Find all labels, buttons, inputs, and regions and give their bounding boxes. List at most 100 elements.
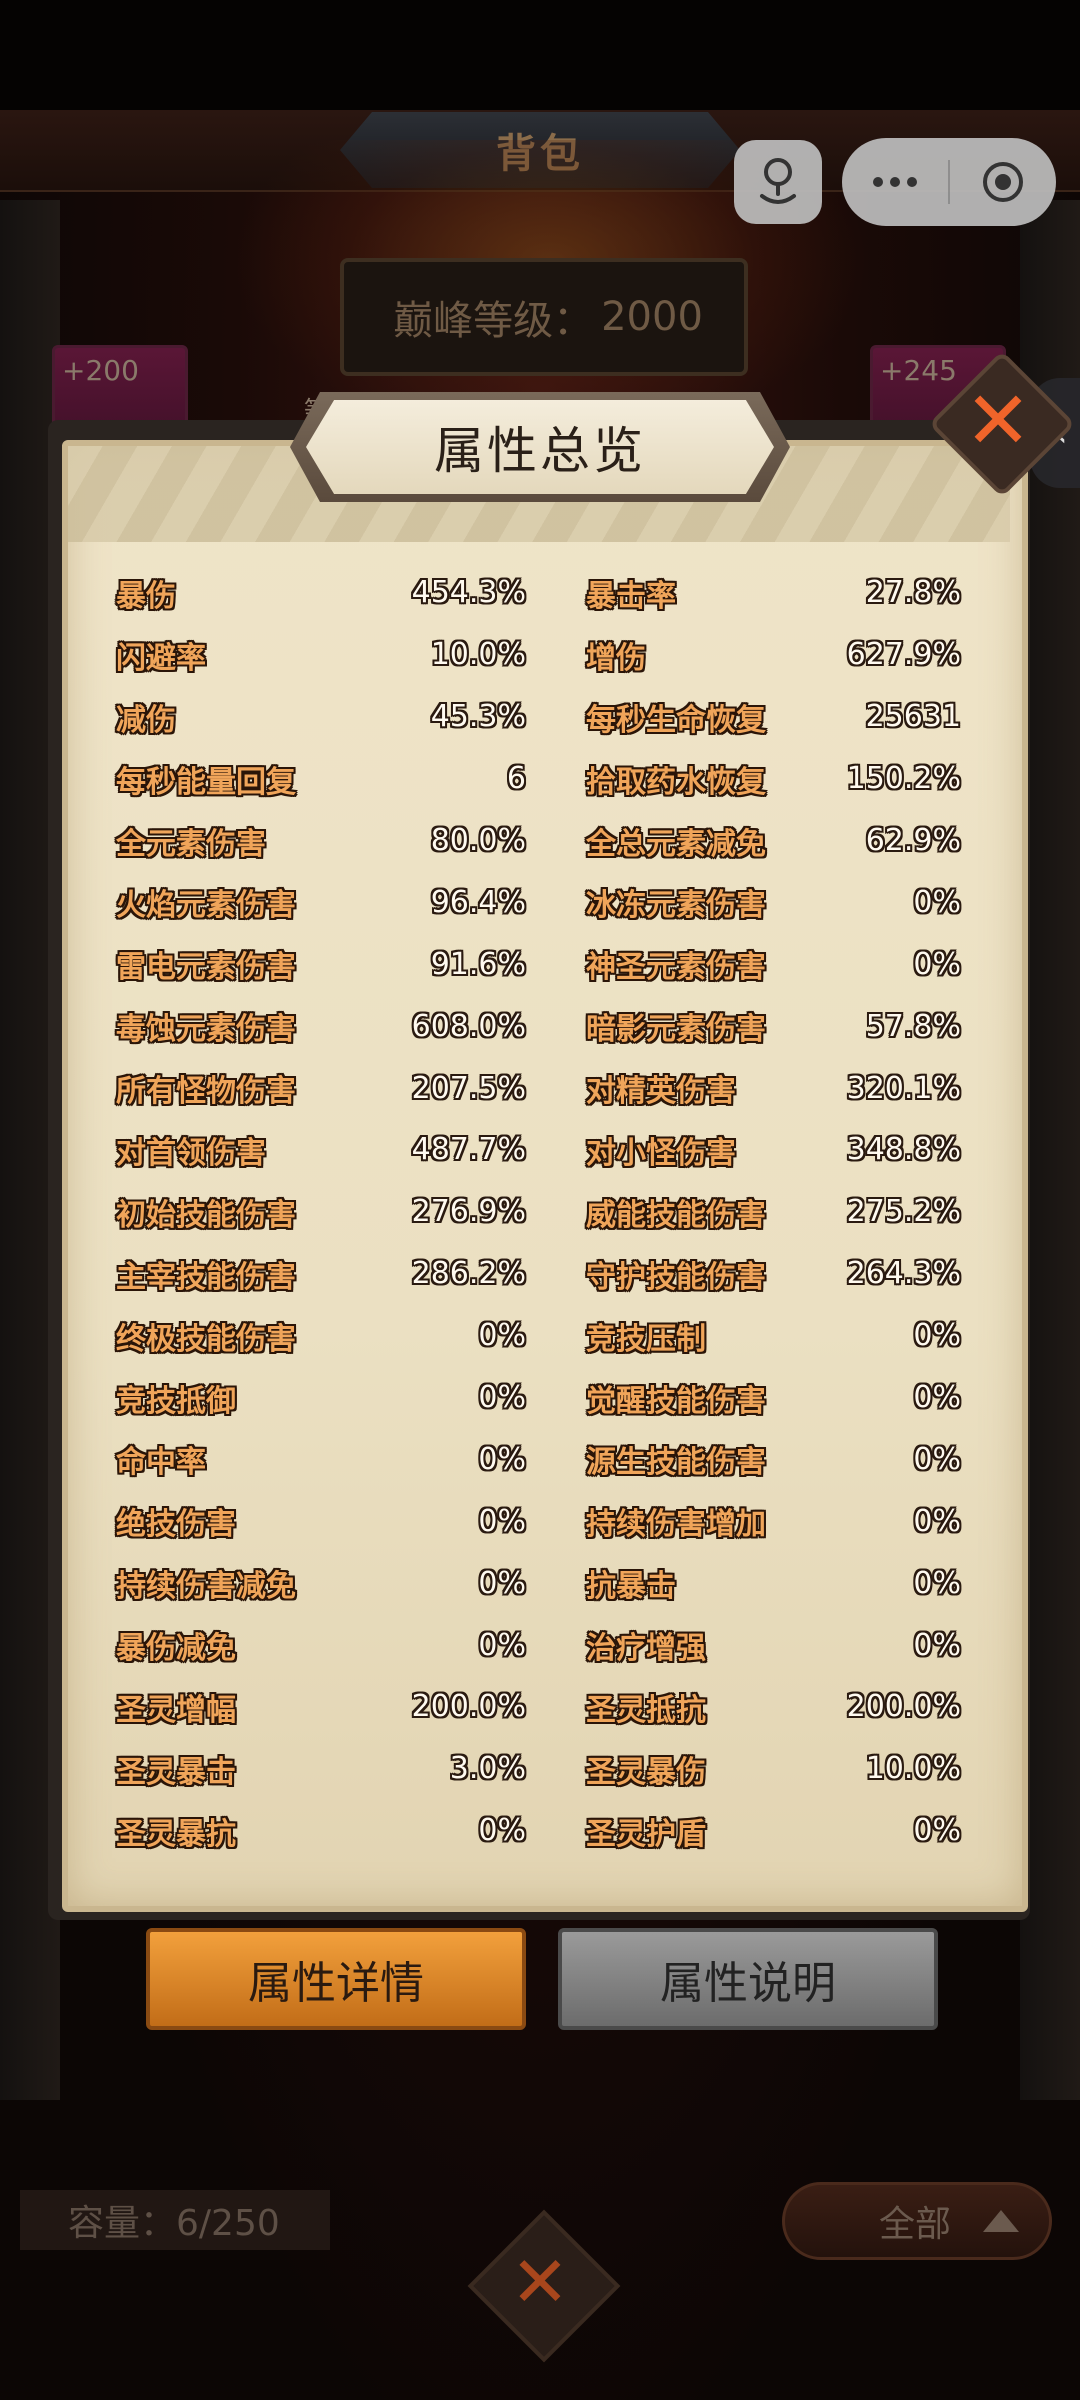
- stat-row: 火焰元素伤害 96.4% 冰冻元素伤害 0%: [116, 871, 961, 933]
- stat-name: 对小怪伤害: [586, 1135, 736, 1171]
- stat-name: 暴击率: [586, 578, 676, 614]
- miniapp-capsule: [842, 138, 1056, 226]
- stat-value: 150.2%: [846, 761, 961, 797]
- capacity-label: 容量：6/250: [20, 2190, 330, 2250]
- stat-name: 暴伤: [116, 578, 176, 614]
- stat-name: 火焰元素伤害: [116, 888, 296, 924]
- stat-name: 守护技能伤害: [586, 1259, 766, 1295]
- stat-name: 对首领伤害: [116, 1135, 266, 1171]
- stat-value: 0%: [913, 1441, 961, 1477]
- more-button[interactable]: [842, 138, 948, 226]
- stat-right: 神圣元素伤害 0%: [586, 942, 961, 986]
- stat-name: 所有怪物伤害: [116, 1074, 296, 1110]
- stat-right: 每秒生命恢复 25631: [586, 695, 961, 739]
- stat-row: 对首领伤害 487.7% 对小怪伤害 348.8%: [116, 1119, 961, 1181]
- stat-name: 竞技压制: [586, 1321, 706, 1357]
- stat-left: 毒蚀元素伤害 608.0%: [116, 1004, 538, 1048]
- stat-value: 91.6%: [430, 946, 526, 982]
- stat-value: 200.0%: [411, 1689, 526, 1725]
- stat-name: 威能技能伤害: [586, 1197, 766, 1233]
- stat-left: 减伤 45.3%: [116, 695, 538, 739]
- stat-right: 源生技能伤害 0%: [586, 1437, 961, 1481]
- joystick-icon: [760, 158, 796, 204]
- stat-right: 圣灵暴伤 10.0%: [586, 1747, 961, 1791]
- item-bonus-left: +200: [62, 354, 139, 387]
- stat-value: 320.1%: [846, 1070, 961, 1106]
- game-screen: 背包 巅峰等级： 2000 +200 +245 等级 ‹: [0, 0, 1080, 2400]
- stat-row: 雷电元素伤害 91.6% 神圣元素伤害 0%: [116, 933, 961, 995]
- stat-value: 0%: [478, 1318, 526, 1354]
- stat-row: 全元素伤害 80.0% 全总元素减免 62.9%: [116, 810, 961, 872]
- dialog-title: 属性总览: [306, 400, 774, 494]
- stat-value: 0%: [478, 1503, 526, 1539]
- stat-left: 圣灵暴击 3.0%: [116, 1747, 538, 1791]
- stat-value: 80.0%: [430, 823, 526, 858]
- stat-name: 终极技能伤害: [116, 1321, 296, 1357]
- stat-name: 圣灵暴抗: [116, 1816, 236, 1852]
- voice-button[interactable]: [734, 140, 822, 224]
- stat-name: 暗影元素伤害: [586, 1012, 766, 1048]
- stat-row: 毒蚀元素伤害 608.0% 暗影元素伤害 57.8%: [116, 995, 961, 1057]
- stat-right: 觉醒技能伤害 0%: [586, 1376, 961, 1420]
- bottom-close-icon[interactable]: ✕: [490, 2232, 590, 2332]
- stat-row: 初始技能伤害 276.9% 威能技能伤害 275.2%: [116, 1181, 961, 1243]
- more-icon: [873, 177, 917, 187]
- stat-value: 275.2%: [846, 1194, 961, 1230]
- stat-name: 闪避率: [116, 640, 206, 676]
- stat-value: 0%: [913, 1813, 961, 1849]
- stat-value: 25631: [865, 699, 961, 735]
- stat-value: 3.0%: [449, 1751, 526, 1787]
- stat-name: 竞技抵御: [116, 1383, 236, 1419]
- stat-row: 圣灵增幅 200.0% 圣灵抵抗 200.0%: [116, 1676, 961, 1738]
- stat-row: 每秒能量回复 6 拾取药水恢复 150.2%: [116, 748, 961, 810]
- stat-value: 0%: [478, 1380, 526, 1416]
- stat-value: 200.0%: [846, 1689, 961, 1725]
- stat-left: 每秒能量回复 6: [116, 757, 538, 801]
- stat-left: 命中率 0%: [116, 1437, 538, 1481]
- stat-row: 命中率 0% 源生技能伤害 0%: [116, 1428, 961, 1490]
- item-bonus-right: +245: [880, 354, 957, 387]
- stat-value: 0%: [478, 1441, 526, 1477]
- stat-right: 竞技压制 0%: [586, 1314, 961, 1358]
- stat-row: 闪避率 10.0% 增伤 627.9%: [116, 624, 961, 686]
- stat-value: 0%: [913, 1318, 961, 1354]
- stat-name: 减伤: [116, 702, 176, 738]
- filter-dropdown[interactable]: 全部: [782, 2182, 1052, 2260]
- stat-left: 所有怪物伤害 207.5%: [116, 1066, 538, 1110]
- stat-left: 火焰元素伤害 96.4%: [116, 880, 538, 924]
- stat-row: 所有怪物伤害 207.5% 对精英伤害 320.1%: [116, 1057, 961, 1119]
- stat-value: 57.8%: [865, 1008, 961, 1044]
- stat-right: 治疗增强 0%: [586, 1623, 961, 1667]
- stat-name: 持续伤害增加: [586, 1507, 766, 1543]
- stat-value: 62.9%: [865, 823, 961, 858]
- stat-left: 持续伤害减免 0%: [116, 1561, 538, 1605]
- stat-row: 绝技伤害 0% 持续伤害增加 0%: [116, 1490, 961, 1552]
- stat-left: 闪避率 10.0%: [116, 633, 538, 677]
- stat-value: 0%: [913, 1627, 961, 1663]
- stat-name: 毒蚀元素伤害: [116, 1012, 296, 1048]
- stat-value: 0%: [913, 1565, 961, 1601]
- stat-value: 627.9%: [846, 637, 961, 673]
- stat-value: 0%: [478, 1565, 526, 1601]
- stat-left: 雷电元素伤害 91.6%: [116, 942, 538, 986]
- filter-label: 全部: [878, 2204, 951, 2245]
- stat-value: 487.7%: [411, 1132, 526, 1168]
- stat-row: 主宰技能伤害 286.2% 守护技能伤害 264.3%: [116, 1243, 961, 1305]
- attribute-info-button[interactable]: 属性说明: [558, 1928, 938, 2030]
- stat-left: 绝技伤害 0%: [116, 1499, 538, 1543]
- stat-value: 45.3%: [430, 699, 526, 735]
- stat-row: 减伤 45.3% 每秒生命恢复 25631: [116, 686, 961, 748]
- stat-value: 207.5%: [411, 1070, 526, 1106]
- stat-right: 暴击率 27.8%: [586, 571, 961, 615]
- stat-right: 圣灵护盾 0%: [586, 1809, 961, 1853]
- close-icon[interactable]: ✕: [950, 372, 1046, 468]
- stat-row: 竞技抵御 0% 觉醒技能伤害 0%: [116, 1367, 961, 1429]
- stat-value: 0%: [913, 946, 961, 982]
- stat-right: 守护技能伤害 264.3%: [586, 1252, 961, 1296]
- stat-name: 觉醒技能伤害: [586, 1383, 766, 1419]
- stat-value: 0%: [913, 1503, 961, 1539]
- exit-miniapp-button[interactable]: [950, 138, 1056, 226]
- attribute-detail-button[interactable]: 属性详情: [146, 1928, 526, 2030]
- stat-name: 抗暴击: [586, 1569, 676, 1605]
- stat-row: 圣灵暴击 3.0% 圣灵暴伤 10.0%: [116, 1738, 961, 1800]
